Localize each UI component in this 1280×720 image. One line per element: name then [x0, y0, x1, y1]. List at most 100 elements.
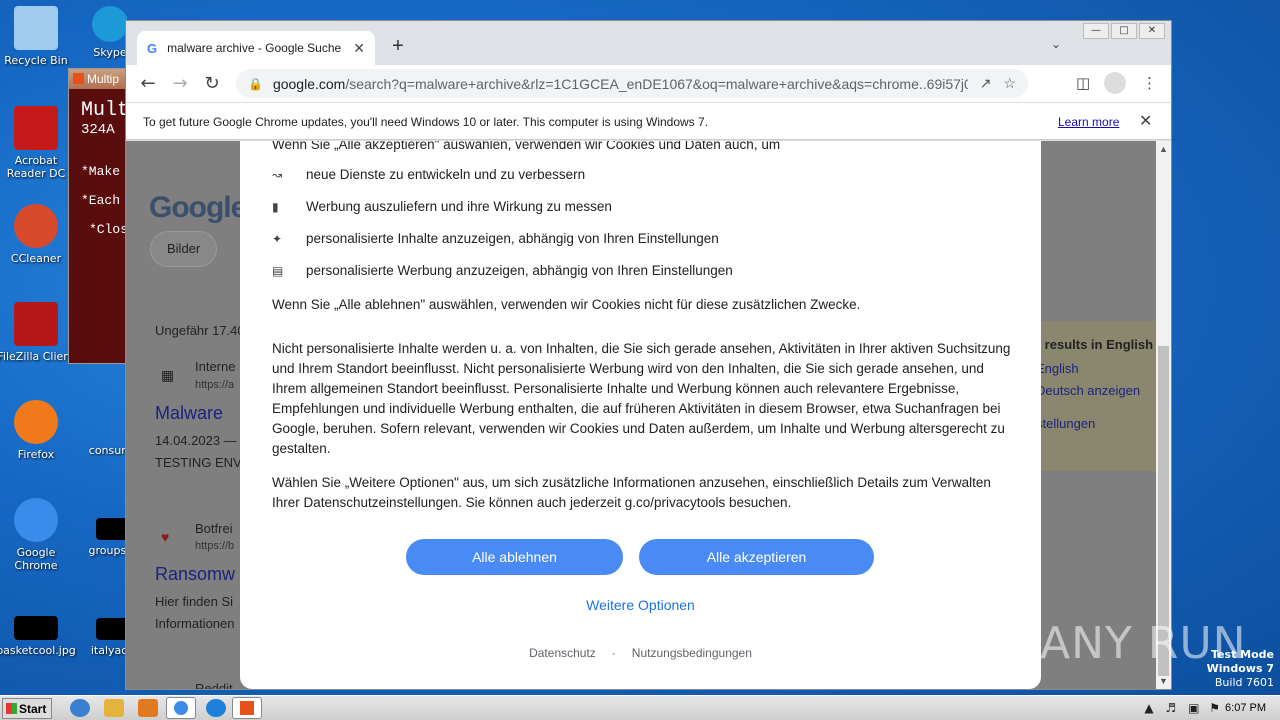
close-infobar-icon[interactable]: ✕: [1139, 111, 1152, 131]
firefox-icon: [14, 400, 58, 444]
filezilla-icon: [14, 302, 58, 346]
flag-icon[interactable]: ⚑: [1209, 701, 1220, 715]
consent-reject-info: Wenn Sie „Alle ablehnen" auswählen, verw…: [272, 297, 861, 312]
bg-window-line: *Make: [81, 164, 121, 179]
url-path: /search?q=malware+archive&rlz=1C1GCEA_en…: [345, 75, 968, 92]
tab-title: malware archive - Google Suche: [167, 41, 342, 55]
chrome-icon: [14, 498, 58, 542]
page-scrollbar[interactable]: ▲ ▼: [1156, 141, 1171, 689]
internet-explorer-icon[interactable]: [70, 699, 90, 717]
side-card-link[interactable]: stellungen: [1036, 416, 1095, 431]
forward-arrow-icon[interactable]: →: [164, 73, 196, 94]
desktop-icon-basketcool[interactable]: basketcool.jpg: [0, 616, 76, 657]
media-player-icon[interactable]: [138, 699, 158, 717]
accept-all-button[interactable]: Alle akzeptieren: [639, 539, 874, 575]
result-url: https://a: [195, 379, 235, 391]
minimize-icon[interactable]: —: [1083, 23, 1109, 39]
window-controls: — □ ✕: [1083, 23, 1165, 39]
consent-paragraph: Nicht personalisierte Inhalte werden u. …: [272, 341, 1011, 456]
consent-item: ✦ personalisierte Inhalte anzuzeigen, ab…: [272, 231, 719, 246]
avatar-icon: [1104, 72, 1126, 94]
new-tab-icon[interactable]: +: [388, 35, 408, 58]
start-button[interactable]: Start: [2, 698, 52, 719]
lock-icon[interactable]: 🔒: [248, 77, 263, 91]
scroll-down-icon[interactable]: ▼: [1159, 676, 1168, 686]
result-title-link[interactable]: Malware: [155, 403, 223, 424]
taskbar-clock[interactable]: 6:07 PM: [1225, 702, 1266, 714]
system-tray: ▲ ♬ ▣ ⚑: [1144, 701, 1220, 715]
ad-icon: ▤: [272, 263, 284, 278]
side-panel-icon[interactable]: ◫: [1076, 74, 1090, 92]
result-favicon-icon: ♥: [161, 529, 170, 545]
more-options-link[interactable]: Weitere Optionen: [240, 597, 1041, 613]
side-card-link[interactable]: Deutsch anzeigen: [1036, 383, 1140, 398]
result-title-link[interactable]: Ransomw: [155, 564, 235, 585]
desktop-icon-recycle-bin[interactable]: Recycle Bin: [0, 6, 76, 67]
chip-images[interactable]: Bilder: [150, 231, 218, 267]
edge-icon[interactable]: [206, 699, 226, 717]
chrome-taskbar-button[interactable]: [166, 697, 196, 719]
test-mode-label: Test Mode Windows 7 Build 7601: [1206, 648, 1274, 689]
consent-item: ▤ personalisierte Werbung anzuzeigen, ab…: [272, 263, 733, 278]
terms-link[interactable]: Nutzungsbedingungen: [632, 646, 752, 660]
volume-icon[interactable]: ♬: [1165, 701, 1176, 715]
page-content: Google Bilder Ungefähr 17.40 ▦ Interne h…: [126, 141, 1156, 689]
infobar-text: To get future Google Chrome updates, you…: [143, 115, 709, 129]
result-site: Reddit: [195, 681, 233, 689]
scroll-up-icon[interactable]: ▲: [1159, 144, 1168, 154]
bg-window-line: Mult: [81, 99, 130, 122]
bookmark-star-icon[interactable]: ☆: [1003, 75, 1016, 92]
reddit-icon: ●: [161, 688, 169, 689]
consent-item: ↝ neue Dienste zu entwickeln und zu verb…: [272, 167, 586, 182]
desktop: Recycle Bin Acrobat Reader DC CCleaner F…: [0, 0, 1280, 695]
bg-window-line: *Clos: [89, 222, 129, 237]
trend-icon: ↝: [272, 167, 283, 182]
menu-kebab-icon[interactable]: ⋮: [1142, 74, 1157, 92]
result-site: Botfrei: [195, 521, 233, 536]
close-window-icon[interactable]: ✕: [1139, 23, 1165, 39]
tray-expand-icon[interactable]: ▲: [1144, 701, 1153, 715]
profile-avatar[interactable]: [1104, 72, 1126, 98]
chrome-window: — □ ✕ G malware archive - Google Suche ✕…: [125, 20, 1172, 690]
app-taskbar-button[interactable]: [232, 697, 262, 719]
consent-paragraph: Wählen Sie „Weitere Optionen" aus, um si…: [272, 475, 991, 510]
share-icon[interactable]: ↗: [980, 75, 992, 92]
reject-all-button[interactable]: Alle ablehnen: [406, 539, 623, 575]
language-side-card: r results in English English Deutsch anz…: [1026, 321, 1156, 471]
google-logo: Google: [149, 191, 247, 224]
desktop-icon-firefox[interactable]: Firefox: [0, 400, 76, 461]
address-bar[interactable]: 🔒 google.com/search?q=malware+archive&rl…: [236, 69, 1028, 98]
cookie-consent-dialog: Wenn Sie „Alle akzeptieren" auswählen, v…: [240, 141, 1041, 689]
consent-footer: Datenschutz · Nutzungsbedingungen: [240, 646, 1041, 660]
acrobat-icon: [14, 106, 58, 150]
google-favicon-icon: G: [147, 40, 158, 56]
recycle-bin-icon: [14, 6, 58, 50]
image-file-icon: [14, 616, 58, 640]
learn-more-link[interactable]: Learn more: [1058, 115, 1119, 129]
result-favicon-icon: ▦: [161, 367, 175, 383]
background-app-window[interactable]: Multip Mult 324A *Make *Each *Clos: [68, 68, 130, 364]
url-host: google.com: [272, 75, 346, 92]
sparkle-icon: ✦: [272, 231, 283, 246]
back-arrow-icon[interactable]: ←: [132, 73, 164, 94]
desktop-icon-filezilla[interactable]: FileZilla Client: [0, 302, 76, 363]
footer-separator: ·: [611, 646, 616, 660]
desktop-icon-acrobat[interactable]: Acrobat Reader DC: [0, 106, 76, 180]
side-card-link[interactable]: English: [1036, 361, 1079, 376]
reload-icon[interactable]: ↻: [196, 73, 228, 94]
close-tab-icon[interactable]: ✕: [353, 40, 365, 57]
network-icon[interactable]: ▣: [1188, 701, 1199, 715]
result-site: Interne: [195, 359, 236, 374]
browser-tab[interactable]: G malware archive - Google Suche ✕: [137, 31, 375, 65]
explorer-folder-icon[interactable]: [104, 699, 124, 717]
tab-search-chevron-icon[interactable]: ⌄: [1051, 37, 1061, 51]
maximize-icon[interactable]: □: [1111, 23, 1137, 39]
desktop-icon-ccleaner[interactable]: CCleaner: [0, 204, 76, 265]
taskbar: Start ▲ ♬ ▣ ⚑ 6:07 PM: [0, 695, 1280, 720]
privacy-link[interactable]: Datenschutz: [529, 646, 596, 660]
bar-chart-icon: ▮: [272, 199, 279, 214]
skype-icon: [92, 6, 128, 42]
result-date: 14.04.2023 —: [155, 433, 237, 448]
result-url: https://b: [195, 540, 235, 552]
desktop-icon-chrome[interactable]: Google Chrome: [0, 498, 76, 572]
